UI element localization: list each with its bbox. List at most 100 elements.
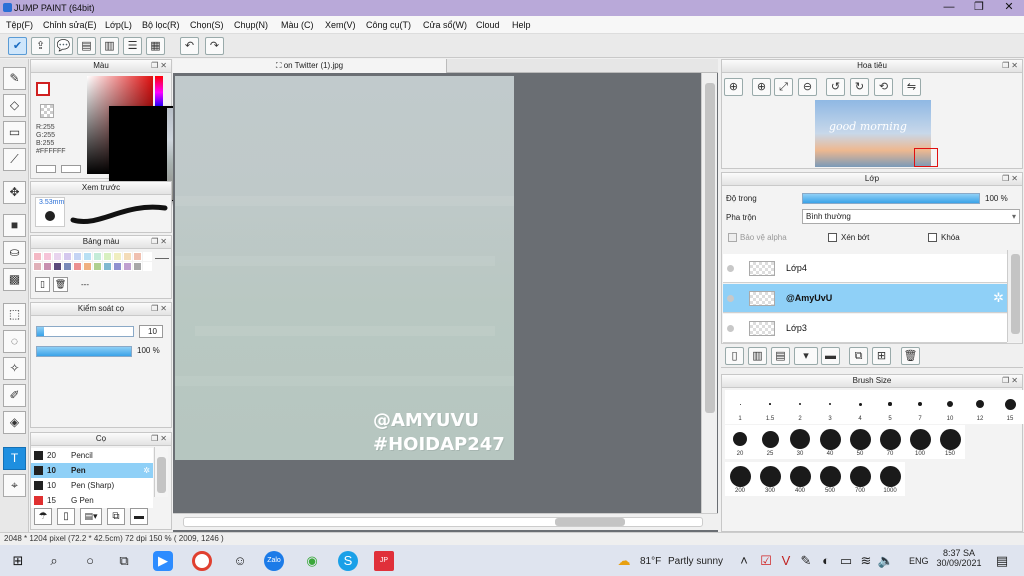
brush-size-option[interactable]: 10 (935, 390, 965, 424)
reset-rotation-icon[interactable]: ⟲ (874, 78, 893, 96)
panel-window-icon[interactable]: ❐✕ (1002, 376, 1020, 385)
delete-palette-icon[interactable]: 🗑 (53, 277, 68, 292)
merge-layer-icon[interactable]: ⊞ (872, 347, 891, 365)
layer-type-menu-icon[interactable]: ▾ (794, 347, 818, 365)
brush-copy-icon[interactable]: ⧉ (107, 508, 125, 525)
layer-row[interactable]: Lớp4 (723, 254, 1007, 283)
layer-opacity-slider[interactable] (802, 193, 980, 204)
new-palette-icon[interactable]: ▯ (35, 277, 50, 292)
new-layer-3-icon[interactable]: ▤ (771, 347, 790, 365)
brush-size-option[interactable]: 20 (725, 425, 755, 459)
panel-window-icon[interactable]: ❐✕ (151, 61, 169, 70)
palette-swatch[interactable] (93, 252, 102, 261)
volume-icon[interactable]: 🔈 (876, 551, 896, 571)
panel-window-icon[interactable]: ❐✕ (1002, 174, 1020, 183)
check-icon[interactable]: ✔ (8, 37, 27, 55)
menu-view[interactable]: Xem(V) (325, 20, 356, 30)
palette-swatch[interactable] (63, 252, 72, 261)
share-icon[interactable]: ⇪ (31, 37, 50, 55)
move-tool-icon[interactable]: ✥ (3, 181, 26, 204)
clock[interactable]: 8:37 SA 30/09/2021 (936, 548, 982, 568)
brush-settings-icon[interactable]: ☂ (34, 508, 52, 525)
brush-size-option[interactable]: 40 (815, 425, 845, 459)
rotate-left-icon[interactable]: ↺ (826, 78, 845, 96)
close-button[interactable]: ✕ (994, 0, 1024, 16)
palette-swatch[interactable] (143, 252, 152, 261)
navigator-view-box[interactable] (914, 148, 938, 167)
canvas-horizontal-scrollbar[interactable] (173, 513, 718, 530)
brush-list-scroll-thumb[interactable] (157, 457, 166, 493)
speech-bubble-icon[interactable]: 💬 (54, 37, 73, 55)
select-pen-tool-icon[interactable]: ✐ (3, 384, 26, 407)
layer-list-scrollbar[interactable] (1007, 250, 1022, 342)
navigator-preview[interactable]: good morning (815, 100, 938, 167)
palette-swatch[interactable] (83, 262, 92, 271)
layer-row[interactable]: Lớp3 (723, 314, 1007, 343)
panel-window-icon[interactable]: ❐✕ (151, 304, 169, 313)
eyedropper-tool-icon[interactable]: ⌖ (3, 474, 26, 497)
tray-icon[interactable]: ◐ (816, 551, 836, 571)
text-tool-icon[interactable]: T (3, 447, 26, 470)
new-folder-icon[interactable]: ▬ (821, 347, 840, 365)
coc-coc-icon[interactable]: ◉ (302, 551, 322, 571)
brush-size-option[interactable]: 100 (905, 425, 935, 459)
magic-wand-tool-icon[interactable]: ✧ (3, 357, 26, 380)
undo-icon[interactable]: ↶ (180, 37, 199, 55)
search-icon[interactable]: ⌕ (44, 551, 64, 571)
brush-size-option[interactable]: 5 (875, 390, 905, 424)
menu-layer[interactable]: Lớp(L) (105, 20, 132, 30)
palette-swatch[interactable] (83, 252, 92, 261)
canvas-hscroll-track[interactable] (183, 517, 703, 527)
layer-visibility-icon[interactable] (727, 295, 734, 302)
task-view-icon[interactable]: ⧉ (114, 551, 134, 571)
palette-swatch[interactable] (33, 252, 42, 261)
skype-icon[interactable]: S (338, 551, 358, 571)
lasso-tool-icon[interactable]: ◌ (3, 330, 26, 353)
canvas-image[interactable]: @AMYUVU #HOIDAP247 (175, 76, 514, 460)
menu-color[interactable]: Màu (C) (281, 20, 314, 30)
foreground-color-swatch[interactable] (36, 82, 50, 96)
brush-size-option[interactable]: 50 (845, 425, 875, 459)
palette-swatch[interactable] (133, 252, 142, 261)
redo-icon[interactable]: ↷ (205, 37, 224, 55)
stabilizer-value-input[interactable]: 10 (139, 325, 163, 338)
palette-swatch[interactable] (143, 262, 152, 271)
flip-icon[interactable]: ⇋ (902, 78, 921, 96)
brush-size-option[interactable]: 2 (785, 390, 815, 424)
palette-swatch[interactable] (73, 262, 82, 271)
canvas-vscroll-thumb[interactable] (705, 83, 715, 413)
brush-list-item[interactable]: 15 G Pen (31, 493, 153, 508)
color-mode-button[interactable] (36, 165, 56, 173)
menu-file[interactable]: Tệp(F) (6, 20, 33, 30)
protect-alpha-checkbox[interactable] (728, 233, 737, 242)
menu-window[interactable]: Cửa sổ(W) (423, 20, 467, 30)
zoom-out-icon[interactable]: ⊖ (798, 78, 817, 96)
palette-swatch[interactable] (103, 262, 112, 271)
palette-swatch[interactable] (53, 262, 62, 271)
menu-cloud[interactable]: Cloud (476, 20, 500, 30)
menu-filter[interactable]: Bộ lọc(R) (142, 20, 180, 30)
brush-list-item[interactable]: 10 Pen ✲ (31, 463, 153, 478)
antivirus-icon[interactable]: ☑ (756, 551, 776, 571)
vpn-icon[interactable]: V (776, 551, 796, 571)
panel-window-icon[interactable]: ❐✕ (151, 434, 169, 443)
menu-help[interactable]: Help (512, 20, 531, 30)
marquee-tool-icon[interactable]: ⬚ (3, 303, 26, 326)
palette-swatch[interactable] (73, 252, 82, 261)
rotate-right-icon[interactable]: ↻ (850, 78, 869, 96)
panel-window-icon[interactable]: ❐✕ (1002, 61, 1020, 70)
line-tool-icon[interactable]: ⟋ (3, 148, 26, 171)
zoom-app-icon[interactable]: ▶ (153, 551, 173, 571)
eraser-tool-icon[interactable]: ◇ (3, 94, 26, 117)
select-rect-tool-icon[interactable]: ▭ (3, 121, 26, 144)
bucket-tool-icon[interactable]: ⛀ (3, 241, 26, 264)
duplicate-layer-icon[interactable]: ⧉ (849, 347, 868, 365)
wifi-icon[interactable]: ≋ (856, 551, 876, 571)
chrome-icon[interactable] (192, 551, 212, 571)
palette-swatch[interactable] (123, 262, 132, 271)
palette-swatch[interactable] (93, 262, 102, 271)
zoom-fit-icon[interactable]: ⊕ (724, 78, 743, 96)
brush-folder-icon[interactable]: ▬ (130, 508, 148, 525)
background-color-swatch[interactable] (40, 104, 54, 118)
user-avatar-icon[interactable]: ☺ (230, 551, 250, 571)
